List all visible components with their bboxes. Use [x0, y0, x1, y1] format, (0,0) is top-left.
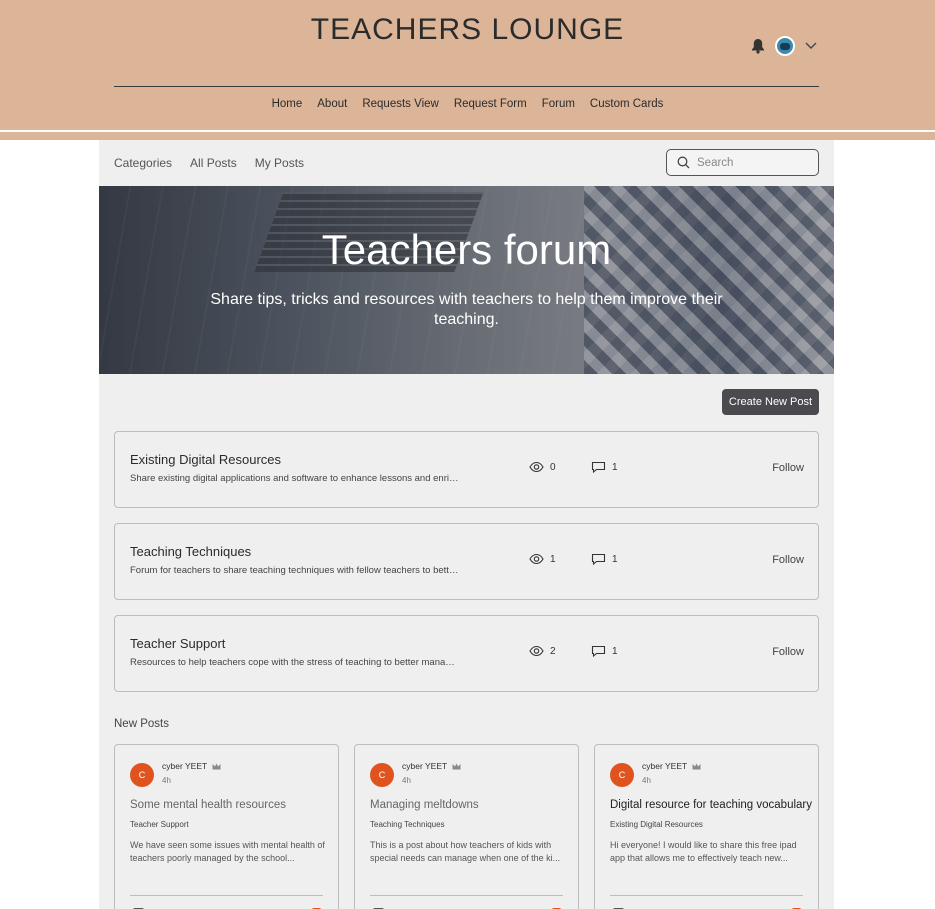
author-name[interactable]: cyber YEET [162, 761, 207, 771]
follow-button[interactable]: Follow [772, 646, 804, 658]
crown-icon [212, 763, 221, 769]
comments-stat: 1 [591, 553, 618, 565]
category-title[interactable]: Teaching Techniques [130, 544, 251, 559]
crown-icon [452, 763, 461, 769]
comment-icon [591, 553, 606, 565]
nav-custom-cards[interactable]: Custom Cards [590, 98, 664, 110]
post-time: 4h [402, 776, 411, 785]
avatar[interactable]: C [130, 763, 154, 787]
hero-title: Teachers forum [321, 226, 612, 273]
views-stat: 0 [529, 461, 556, 473]
header-band [0, 132, 935, 140]
main-nav: Home About Requests View Request Form Fo… [0, 98, 935, 110]
comments-count: 1 [612, 461, 618, 473]
comments-stat: 1 [591, 645, 618, 657]
post-time: 4h [642, 776, 651, 785]
category-description: Share existing digital applications and … [130, 473, 460, 484]
category-card[interactable]: Existing Digital Resources Share existin… [114, 431, 819, 508]
comments-stat: 1 [591, 461, 618, 473]
views-stat: 1 [529, 553, 556, 565]
nav-about[interactable]: About [317, 98, 347, 110]
follow-button[interactable]: Follow [772, 462, 804, 474]
create-new-post-button[interactable]: Create New Post [722, 389, 819, 415]
views-count: 2 [550, 645, 556, 657]
post-title[interactable]: Some mental health resources [130, 799, 286, 811]
category-description: Resources to help teachers cope with the… [130, 657, 460, 668]
search-box[interactable] [666, 149, 819, 176]
post-category[interactable]: Teacher Support [130, 820, 189, 829]
new-posts-heading: New Posts [114, 718, 169, 730]
post-excerpt: Hi everyone! I would like to share this … [610, 840, 797, 863]
avatar[interactable]: C [370, 763, 394, 787]
comment-icon [591, 461, 606, 473]
category-title[interactable]: Teacher Support [130, 636, 225, 651]
post-excerpt: This is a post about how teachers of kid… [370, 840, 561, 863]
eye-icon [529, 461, 544, 473]
hero-subtitle: Share tips, tricks and resources with te… [210, 291, 723, 328]
post-category[interactable]: Existing Digital Resources [610, 820, 703, 829]
site-header: TEACHERS LOUNGE Home About Requests View… [0, 0, 935, 130]
eye-icon [529, 553, 544, 565]
post-divider [370, 895, 563, 896]
post-author[interactable]: cyber YEET [162, 761, 221, 771]
post-title[interactable]: Digital resource for teaching vocabulary [610, 799, 812, 811]
post-title[interactable]: Managing meltdowns [370, 799, 479, 811]
crown-icon [692, 763, 701, 769]
views-count: 0 [550, 461, 556, 473]
search-icon [677, 156, 690, 169]
tab-my-posts[interactable]: My Posts [255, 156, 304, 170]
tab-categories[interactable]: Categories [114, 156, 172, 170]
views-stat: 2 [529, 645, 556, 657]
search-input[interactable] [697, 156, 807, 169]
forum-container: Categories All Posts My Posts Teachers f… [99, 140, 834, 909]
hero-shirt-image [584, 186, 834, 374]
post-category[interactable]: Teaching Techniques [370, 820, 445, 829]
author-name[interactable]: cyber YEET [642, 761, 687, 771]
follow-button[interactable]: Follow [772, 554, 804, 566]
author-name[interactable]: cyber YEET [402, 761, 447, 771]
post-excerpt: We have seen some issues with mental hea… [130, 840, 325, 863]
nav-request-form[interactable]: Request Form [454, 98, 527, 110]
category-card[interactable]: Teaching Techniques Forum for teachers t… [114, 523, 819, 600]
chevron-down-icon[interactable] [805, 42, 817, 50]
bell-icon[interactable] [751, 38, 765, 54]
nav-requests-view[interactable]: Requests View [362, 98, 439, 110]
post-author[interactable]: cyber YEET [642, 761, 701, 771]
post-author[interactable]: cyber YEET [402, 761, 461, 771]
post-divider [130, 895, 323, 896]
post-card[interactable]: C cyber YEET 4h Digital resource for tea… [594, 744, 819, 909]
avatar[interactable]: C [610, 763, 634, 787]
nav-home[interactable]: Home [272, 98, 303, 110]
comment-icon [591, 645, 606, 657]
comments-count: 1 [612, 553, 618, 565]
header-divider [114, 86, 819, 87]
category-card[interactable]: Teacher Support Resources to help teache… [114, 615, 819, 692]
post-time: 4h [162, 776, 171, 785]
forum-tabs: Categories All Posts My Posts [114, 156, 304, 170]
user-menu[interactable] [751, 36, 817, 56]
comments-count: 1 [612, 645, 618, 657]
post-divider [610, 895, 803, 896]
post-card[interactable]: C cyber YEET 4h Some mental health resou… [114, 744, 339, 909]
forum-hero: Teachers forum Share tips, tricks and re… [99, 186, 834, 374]
tab-all-posts[interactable]: All Posts [190, 156, 237, 170]
avatar[interactable] [775, 36, 795, 56]
category-description: Forum for teachers to share teaching tec… [130, 565, 460, 576]
post-card[interactable]: C cyber YEET 4h Managing meltdowns Teach… [354, 744, 579, 909]
eye-icon [529, 645, 544, 657]
views-count: 1 [550, 553, 556, 565]
nav-forum[interactable]: Forum [542, 98, 575, 110]
category-title[interactable]: Existing Digital Resources [130, 452, 281, 467]
